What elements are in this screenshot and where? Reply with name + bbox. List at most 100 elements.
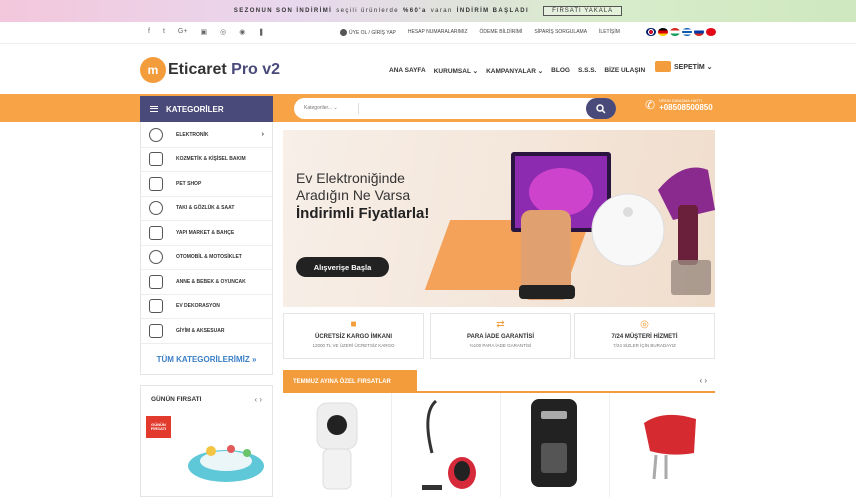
cart-icon bbox=[655, 61, 671, 72]
electronics-icon bbox=[149, 127, 163, 142]
tools-icon bbox=[149, 225, 163, 240]
google-plus-icon[interactable]: G+ bbox=[178, 28, 188, 36]
cart-button[interactable]: SEPETİM ⌄ bbox=[655, 61, 713, 72]
category-clothing[interactable]: GİYİM & AKSESUAR bbox=[141, 319, 272, 344]
feature-money-back: ⇄ PARA İADE GARANTİSİ %100 PARA İADE GAR… bbox=[430, 313, 571, 359]
contact-link[interactable]: İLETİŞİM bbox=[599, 29, 620, 36]
product-card[interactable] bbox=[501, 393, 610, 497]
flag-ru-icon[interactable] bbox=[694, 28, 704, 36]
feature-subtitle: 7/24 SİZLER İÇİN BURADAYIZ bbox=[613, 343, 676, 348]
product-image-camera bbox=[316, 402, 358, 490]
menu-icon bbox=[150, 106, 158, 112]
promo-discount: %60'a bbox=[402, 8, 427, 14]
product-image-mixer bbox=[644, 414, 696, 480]
feature-title: PARA İADE GARANTİSİ bbox=[466, 334, 534, 340]
product-image-vacuum bbox=[422, 399, 476, 490]
promo-text-2: varan bbox=[430, 8, 453, 14]
site-logo[interactable]: m Eticaret Pro v2 bbox=[140, 57, 280, 83]
instagram-icon[interactable]: ◎ bbox=[220, 28, 226, 36]
search-divider bbox=[358, 103, 359, 114]
login-link[interactable]: ÜYE OL / GİRİŞ YAP bbox=[340, 29, 396, 36]
logo-text: Eticaret bbox=[168, 61, 227, 78]
daily-deal-badge: GÜNÜN FIRSATI bbox=[146, 416, 171, 438]
flag-gr-icon[interactable] bbox=[682, 28, 692, 36]
logo-badge-icon: m bbox=[140, 57, 166, 83]
nav-faq[interactable]: S.S.S. bbox=[578, 67, 596, 75]
user-icon bbox=[340, 29, 347, 36]
product-card[interactable] bbox=[610, 393, 718, 497]
payment-link[interactable]: ÖDEME BİLDİRİMİ bbox=[480, 29, 523, 36]
nav-contact[interactable]: BİZE ULAŞIN bbox=[604, 67, 645, 75]
order-query-link[interactable]: SİPARİŞ SORGULAMA bbox=[534, 29, 587, 36]
all-categories-link[interactable]: TÜM KATEGORİLERİMİZ » bbox=[141, 355, 272, 364]
feature-title: ÜCRETSİZ KARGO İMKANI bbox=[315, 334, 392, 340]
youtube-icon[interactable]: ▣ bbox=[200, 28, 207, 36]
twitter-icon[interactable]: t bbox=[163, 28, 165, 36]
clothing-icon bbox=[149, 323, 163, 338]
furniture-icon bbox=[149, 299, 163, 314]
watch-icon bbox=[149, 201, 163, 216]
deals-title[interactable]: TEMMUZ AYINA ÖZEL FIRSATLAR bbox=[283, 370, 417, 393]
category-sidebar: ELEKTRONİK › KOZMETİK & KİŞİSEL BAKIM PET… bbox=[140, 123, 273, 375]
pet-icon bbox=[149, 176, 163, 191]
category-hardware[interactable]: YAPI MARKET & BAHÇE bbox=[141, 221, 272, 246]
truck-icon: ■ bbox=[350, 319, 357, 330]
feature-free-shipping: ■ ÜCRETSİZ KARGO İMKANI 12000 TL VE ÜZER… bbox=[283, 313, 424, 359]
flag-de-icon[interactable] bbox=[658, 28, 668, 36]
deals-nav-arrows[interactable]: ‹ › bbox=[699, 376, 707, 385]
feature-support: ◎ 7/24 MÜŞTERİ HİZMETİ 7/24 SİZLER İÇİN … bbox=[574, 313, 715, 359]
category-baby[interactable]: ANNE & BEBEK & OYUNCAK bbox=[141, 270, 272, 295]
nav-blog[interactable]: BLOG bbox=[551, 67, 570, 75]
deals-products bbox=[283, 393, 715, 497]
daily-deal-title: GÜNÜN FIRSATI bbox=[151, 396, 202, 403]
deals-header: TEMMUZ AYINA ÖZEL FIRSATLAR ‹ › bbox=[283, 370, 715, 393]
category-electronics[interactable]: ELEKTRONİK › bbox=[141, 123, 272, 148]
rss-icon[interactable]: ❚ bbox=[258, 28, 264, 36]
promo-button[interactable]: FIRSATI YAKALA bbox=[543, 6, 623, 16]
facebook-icon[interactable]: f bbox=[148, 28, 150, 36]
nav-campaigns[interactable]: KAMPANYALAR ⌄ bbox=[486, 67, 543, 75]
nav-home[interactable]: ANA SAYFA bbox=[389, 67, 426, 75]
category-automotive[interactable]: OTOMOBİL & MOTOSİKLET bbox=[141, 246, 272, 270]
baby-icon bbox=[149, 274, 163, 289]
search-box: Kategoriler... ⌄ bbox=[294, 98, 616, 119]
flag-tr-icon[interactable] bbox=[706, 28, 716, 36]
language-flags bbox=[646, 28, 716, 36]
promo-banner: SEZONUN SON İNDİRİMİ seçili ürünlerde %6… bbox=[0, 0, 856, 22]
flag-en-icon[interactable] bbox=[646, 28, 656, 36]
wheel-icon bbox=[149, 250, 163, 265]
feature-title: 7/24 MÜŞTERİ HİZMETİ bbox=[611, 334, 678, 340]
hero-banner[interactable]: Ev Elektroniğinde Aradığın Ne Varsa İndi… bbox=[283, 130, 715, 307]
cart-label: SEPETİM ⌄ bbox=[674, 63, 713, 71]
flag-bg-icon[interactable] bbox=[670, 28, 680, 36]
social-links: f t G+ ▣ ◎ ◉ ❚ bbox=[148, 28, 264, 36]
accounts-link[interactable]: HESAP NUMARALARIMIZ bbox=[408, 29, 468, 36]
site-header: m Eticaret Pro v2 ANA SAYFA KURUMSAL ⌄ K… bbox=[0, 44, 856, 94]
categories-title: KATEGORİLER bbox=[166, 104, 224, 114]
search-icon bbox=[596, 103, 606, 114]
skype-icon[interactable]: ◉ bbox=[239, 28, 245, 36]
hotline-number[interactable]: +08508500850 bbox=[659, 103, 713, 112]
category-home-decor[interactable]: EV DEKORASYON bbox=[141, 295, 272, 319]
category-pet-shop[interactable]: PET SHOP bbox=[141, 172, 272, 197]
search-category-select[interactable]: Kategoriler... ⌄ bbox=[304, 105, 338, 111]
category-cosmetics[interactable]: KOZMETİK & KİŞİSEL BAKIM bbox=[141, 148, 272, 172]
phone-icon: ✆ bbox=[645, 98, 656, 112]
banner-products-image bbox=[424, 152, 715, 300]
logo-text-accent: Pro v2 bbox=[231, 61, 281, 78]
daily-deal-nav-arrows[interactable]: ‹ › bbox=[254, 395, 262, 404]
main-nav: ANA SAYFA KURUMSAL ⌄ KAMPANYALAR ⌄ BLOG … bbox=[389, 67, 645, 75]
daily-deal-product-image[interactable] bbox=[171, 431, 271, 501]
refund-icon: ⇄ bbox=[496, 319, 505, 330]
hotline: ✆ ÜRÜN DANIŞMA HATTI +08508500850 bbox=[645, 98, 713, 112]
categories-header[interactable]: KATEGORİLER bbox=[140, 96, 273, 122]
search-button[interactable] bbox=[586, 98, 616, 119]
feature-subtitle: %100 PARA İADE GARANTİSİ bbox=[469, 343, 532, 348]
product-card[interactable] bbox=[392, 393, 501, 497]
promo-text: seçili ürünlerde bbox=[336, 8, 399, 14]
product-card[interactable] bbox=[283, 393, 392, 497]
feature-subtitle: 12000 TL VE ÜZERİ ÜCRETSİZ KARGO bbox=[312, 343, 395, 348]
promo-headline: SEZONUN SON İNDİRİMİ bbox=[233, 8, 333, 14]
category-jewelry[interactable]: TAKI & GÖZLÜK & SAAT bbox=[141, 197, 272, 221]
nav-corporate[interactable]: KURUMSAL ⌄ bbox=[434, 67, 478, 75]
